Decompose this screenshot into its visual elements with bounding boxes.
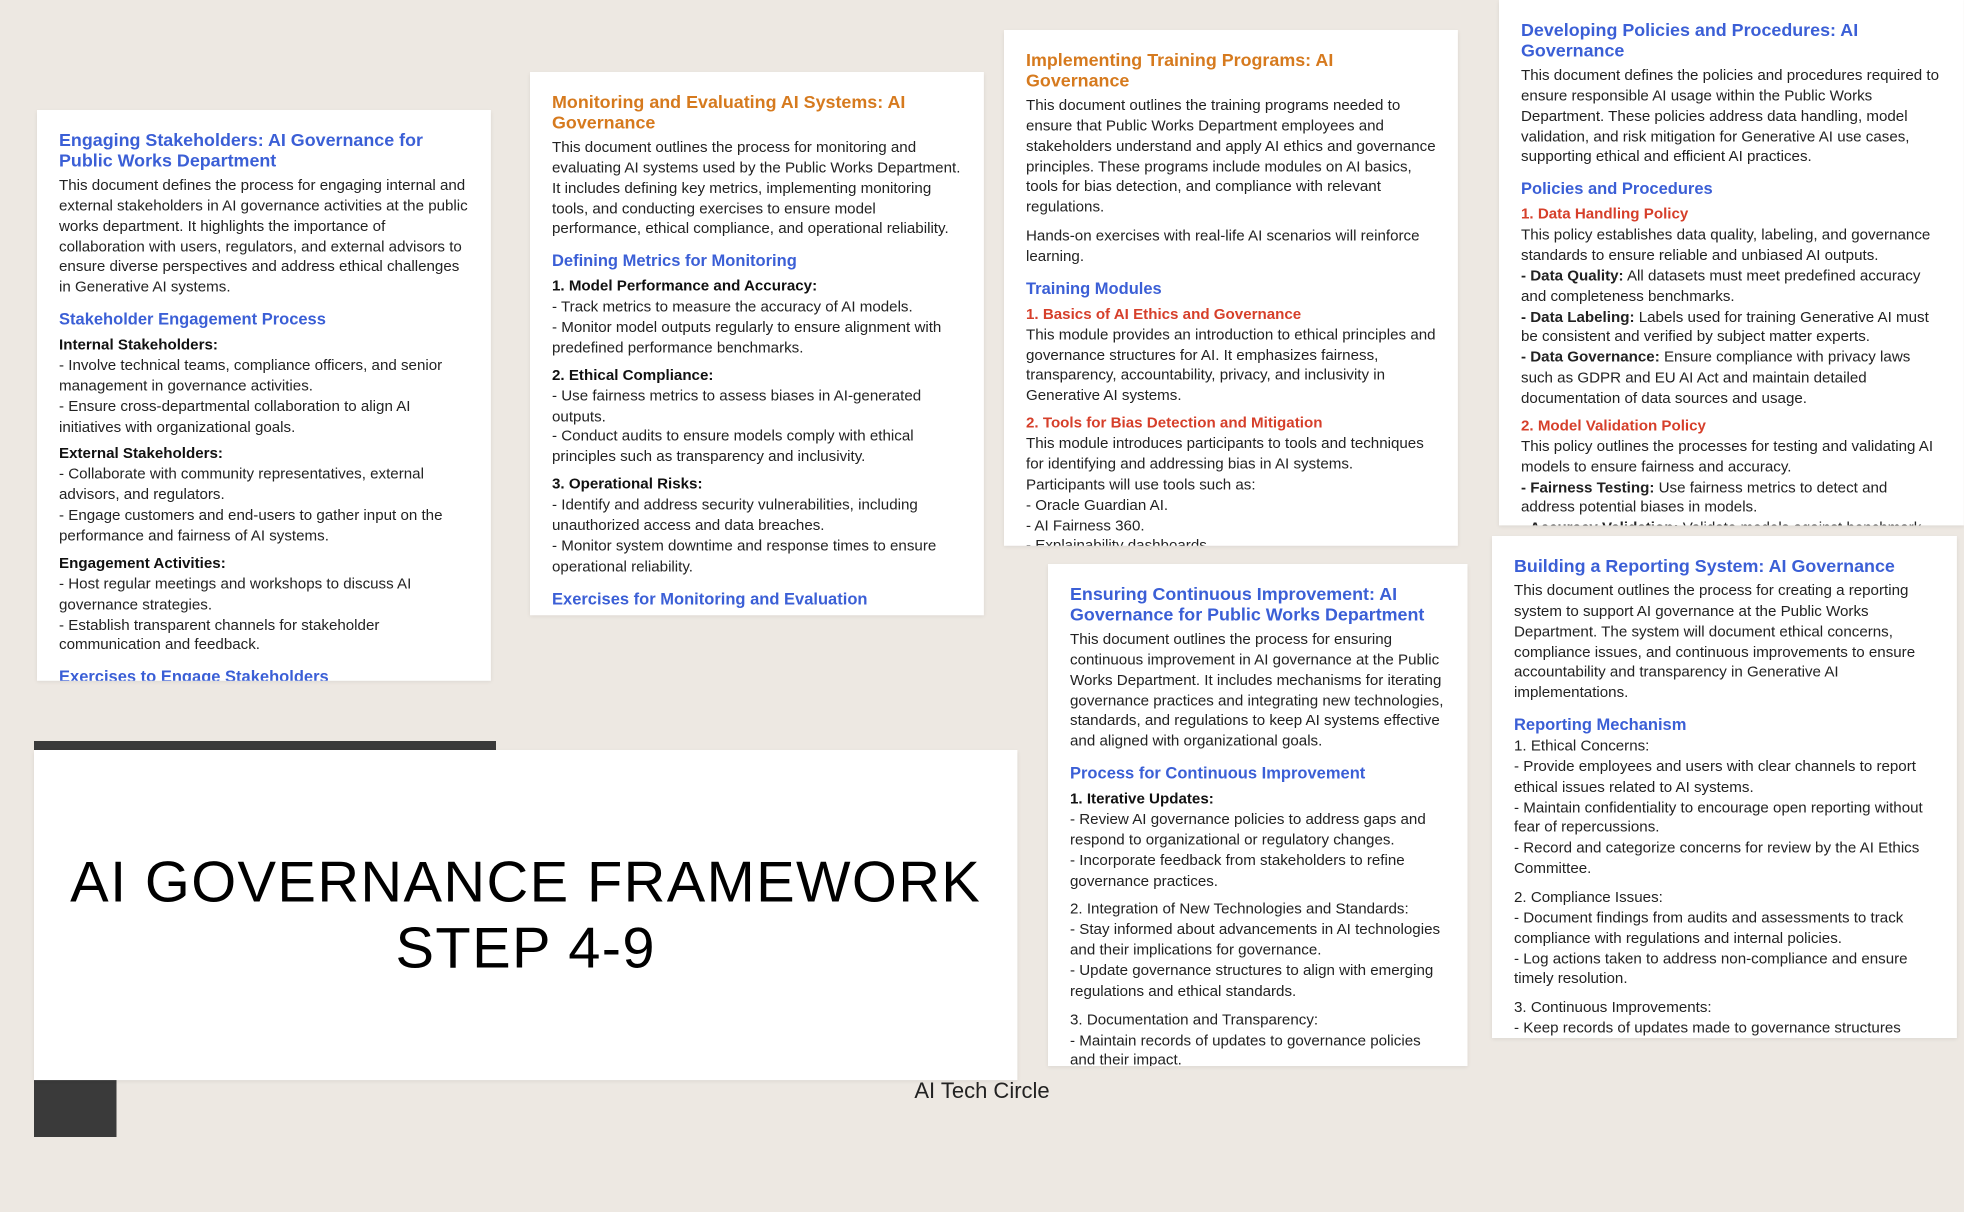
t: This module introduces participants to t… [1026,435,1436,496]
t: - Use fairness metrics to assess biases … [552,386,962,427]
t: - Explainability dashboards. [1026,537,1436,546]
t: This document defines the policies and p… [1521,66,1942,168]
t: - Ensure cross-departmental collaboratio… [59,397,469,438]
t: This policy outlines the processes for t… [1521,437,1942,478]
t: 1. Data Handling Policy [1521,207,1942,224]
t: - Maintain confidentiality to encourage … [1514,799,1935,840]
t: - Data Quality: [1521,268,1624,285]
t: - Keep records of updates made to govern… [1514,1019,1935,1038]
t: - Record and categorize concerns for rev… [1514,839,1935,880]
t: 3. Operational Risks: [552,476,962,493]
t: 1. Basics of AI Ethics and Governance [1026,306,1436,323]
c3-title: Implementing Training Programs: AI Gover… [1026,50,1436,91]
t: 1. Iterative Updates: [1070,791,1445,808]
t: 2. Compliance Issues: [1514,888,1935,908]
t: - Track metrics to measure the accuracy … [552,297,962,317]
card-engaging-stakeholders: Engaging Stakeholders: AI Governance for… [37,110,491,681]
t: - Engage customers and end-users to gath… [59,506,469,547]
t: This policy establishes data quality, la… [1521,226,1942,267]
t: 2. Tools for Bias Detection and Mitigati… [1026,416,1436,433]
card-training: Implementing Training Programs: AI Gover… [1004,30,1458,546]
card-continuous-improvement: Ensuring Continuous Improvement: AI Gove… [1048,564,1467,1066]
c4-title: Ensuring Continuous Improvement: AI Gove… [1070,583,1445,624]
t: This document outlines the training prog… [1026,96,1436,218]
c5-s1: Policies and Procedures [1521,179,1942,198]
c1-s1: Stakeholder Engagement Process [59,310,469,329]
t: Hands-on exercises with real-life AI sce… [1026,227,1436,268]
t: - Data Labeling: [1521,309,1634,326]
c6-s1: Reporting Mechanism [1514,715,1935,734]
t: - Monitor model outputs regularly to ens… [552,318,962,359]
t: 2. Model Validation Policy [1521,418,1942,435]
c1-s2: Exercises to Engage Stakeholders [59,667,469,680]
t: This module provides an introduction to … [1026,326,1436,408]
t: - Maintain records of updates to governa… [1070,1031,1445,1066]
card-monitoring: Monitoring and Evaluating AI Systems: AI… [530,72,984,615]
c6-title: Building a Reporting System: AI Governan… [1514,556,1935,577]
t: 3. Documentation and Transparency: [1070,1010,1445,1030]
t: 1. Model Performance and Accuracy: [552,278,962,295]
t: 2. Integration of New Technologies and S… [1070,900,1445,920]
t: 3. Continuous Improvements: [1514,999,1935,1019]
t: - Fairness Testing: [1521,479,1654,496]
t: - Host regular meetings and workshops to… [59,575,469,616]
t: 1. Ethical Concerns: [1514,737,1935,757]
card-reporting: Building a Reporting System: AI Governan… [1492,536,1957,1038]
t: - Log actions taken to address non-compl… [1514,950,1935,991]
card-policies: Developing Policies and Procedures: AI G… [1499,0,1964,525]
c5-title: Developing Policies and Procedures: AI G… [1521,19,1942,60]
title-line-1: AI GOVERNANCE FRAMEWORK [71,849,982,915]
card1-title: Engaging Stakeholders: AI Governance for… [59,129,469,170]
c1-ext-h: External Stakeholders: [59,446,469,463]
t: This document outlines the process for m… [552,138,962,240]
t: - Update governance structures to align … [1070,961,1445,1002]
c3-s1: Training Modules [1026,279,1436,298]
c2-s1: Defining Metrics for Monitoring [552,251,962,270]
t: - Conduct audits to ensure models comply… [552,427,962,468]
t: - Document findings from audits and asse… [1514,909,1935,950]
t: - Involve technical teams, compliance of… [59,356,469,397]
t: - Data Governance: [1521,350,1660,367]
t: - Accuracy Validation: [1521,520,1679,525]
c1-eng-h: Engagement Activities: [59,555,469,572]
t: - Incorporate feedback from stakeholders… [1070,851,1445,892]
c2-title: Monitoring and Evaluating AI Systems: AI… [552,91,962,132]
title-block: AI GOVERNANCE FRAMEWORK STEP 4-9 [34,750,1017,1080]
t: - Establish transparent channels for sta… [59,615,469,656]
t: - Oracle Guardian AI. [1026,496,1436,516]
t: This document outlines the process for e… [1070,630,1445,752]
card1-intro: This document defines the process for en… [59,176,469,298]
c2-s2: Exercises for Monitoring and Evaluation [552,588,962,607]
t: - AI Fairness 360. [1026,516,1436,536]
footer-brand: AI Tech Circle [0,1078,1964,1104]
t: - Provide employees and users with clear… [1514,758,1935,799]
title-line-2: STEP 4-9 [396,915,656,981]
t: - Identify and address security vulnerab… [552,495,962,536]
t: This document outlines the process for c… [1514,582,1935,704]
t: - Review AI governance policies to addre… [1070,810,1445,851]
t: - Monitor system downtime and response t… [552,536,962,577]
c1-int-h: Internal Stakeholders: [59,337,469,354]
t: - Collaborate with community representat… [59,465,469,506]
t: 2. Ethical Compliance: [552,367,962,384]
c4-s1: Process for Continuous Improvement [1070,763,1445,782]
t: - Stay informed about advancements in AI… [1070,920,1445,961]
